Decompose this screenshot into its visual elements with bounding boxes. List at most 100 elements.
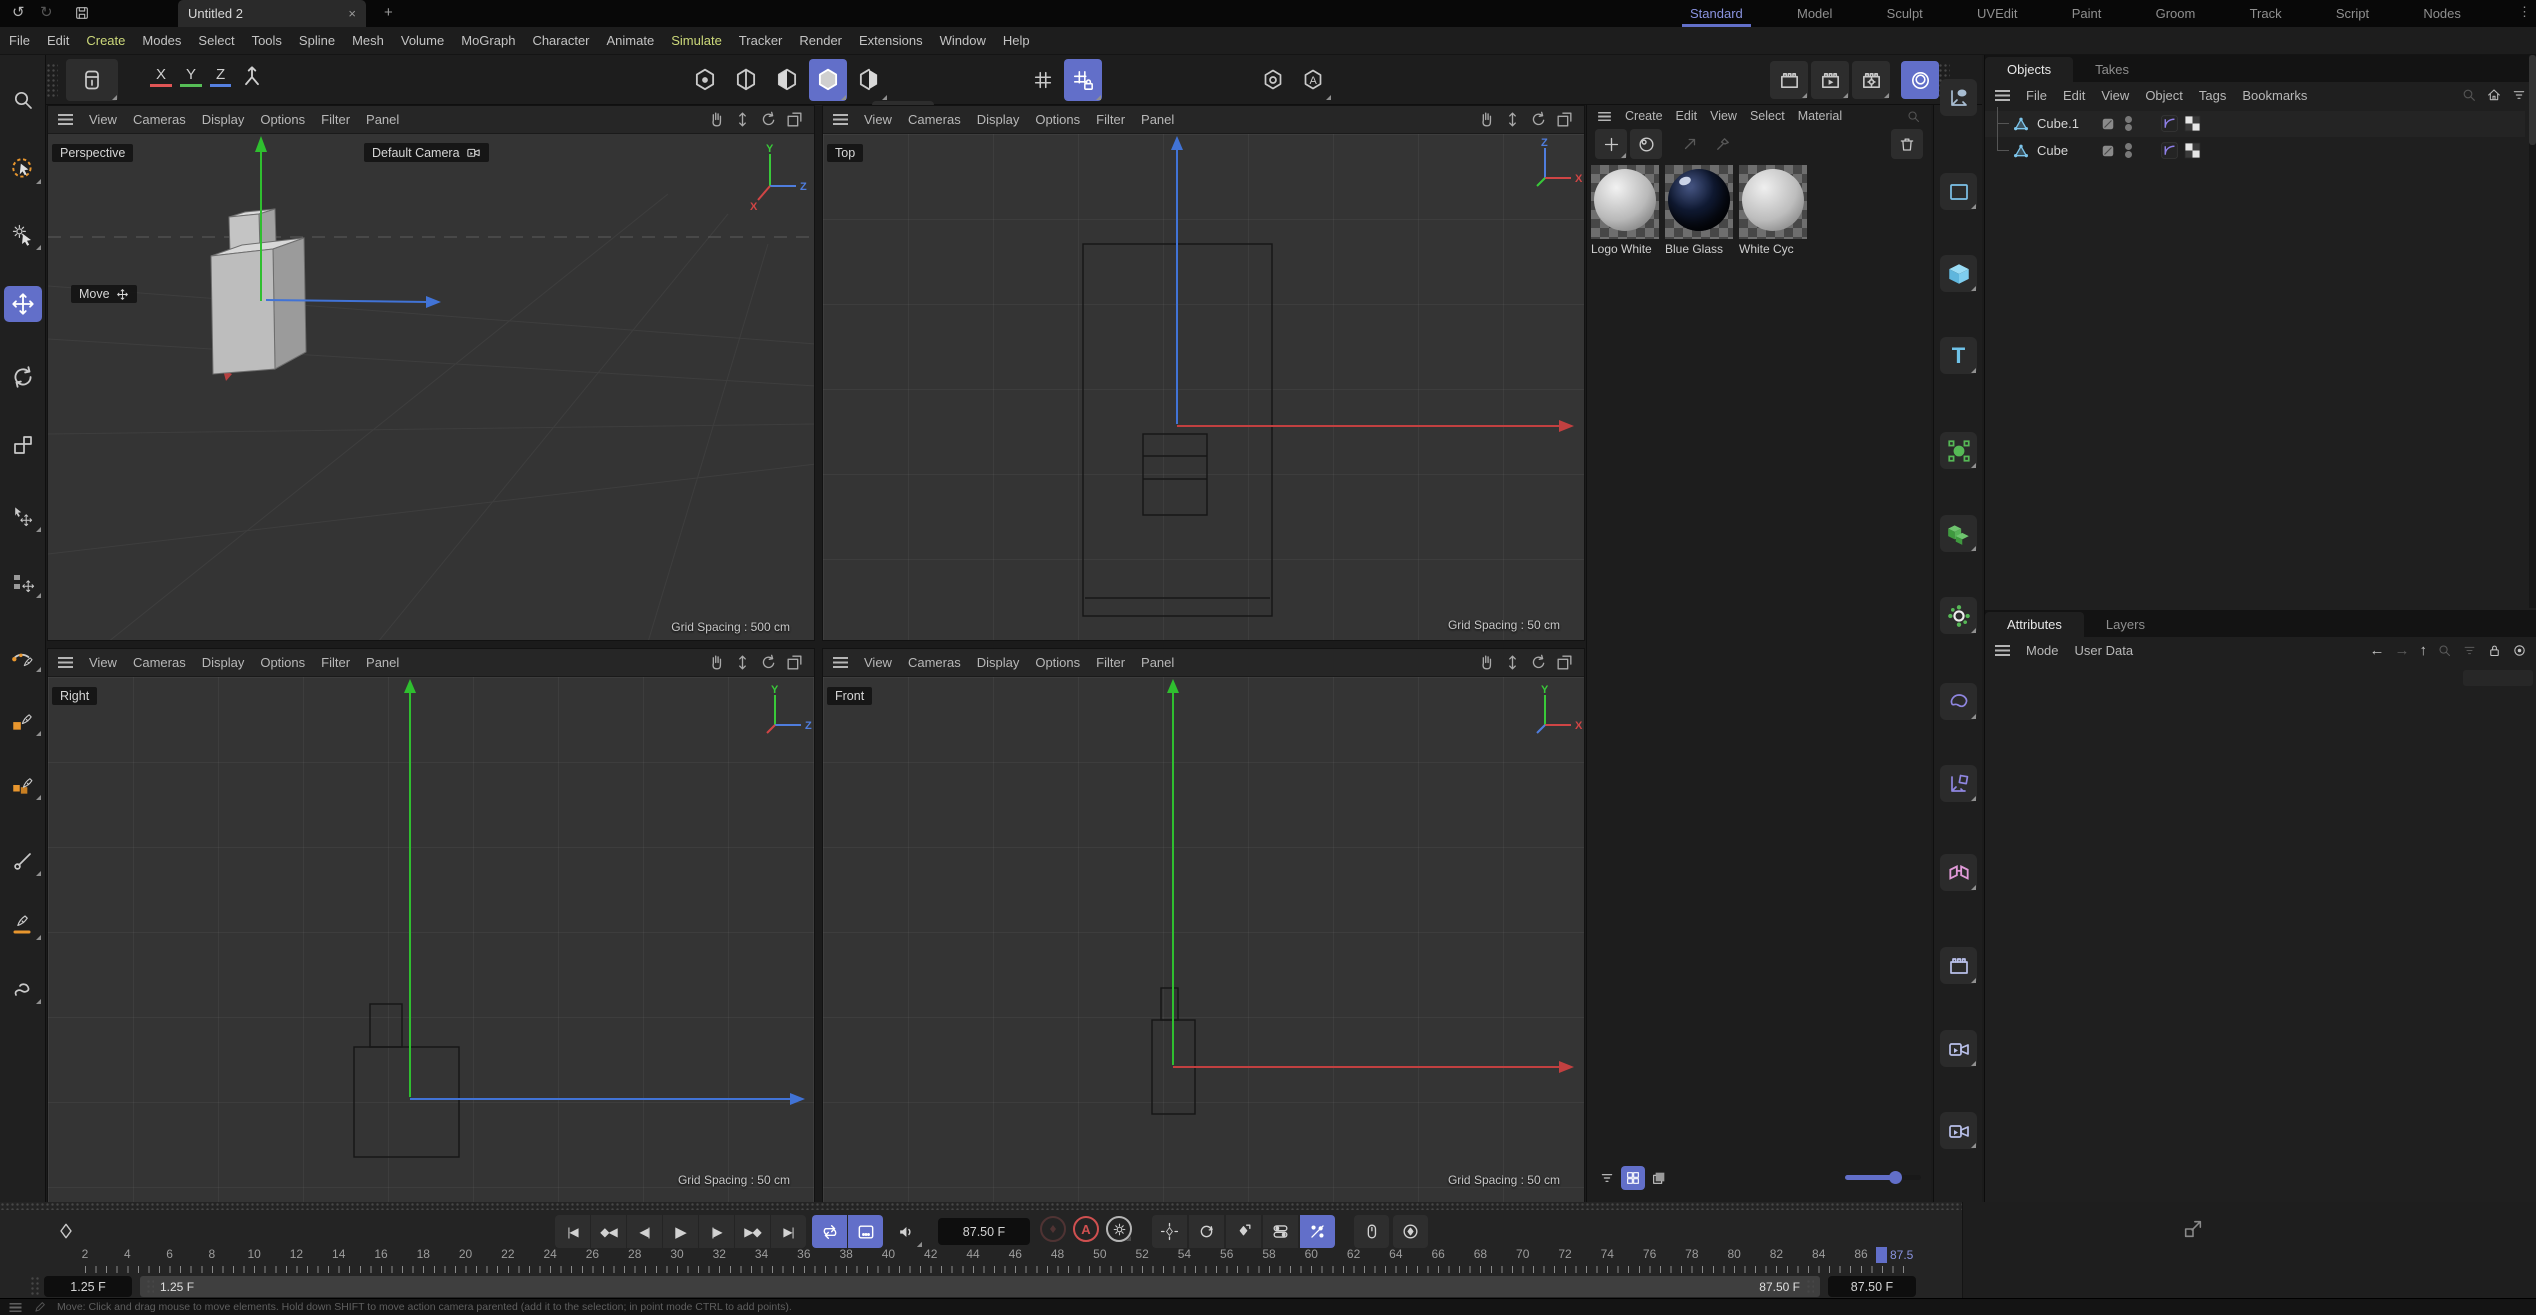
material-menu-icon[interactable] [1598,111,1611,120]
attributes-menu-userdata[interactable]: User Data [2075,643,2134,658]
material-item[interactable]: Logo White [1591,165,1659,256]
viewport-top[interactable]: View Cameras Display Options Filter Pane… [822,105,1585,641]
layout-tab-uvedit[interactable]: UVEdit [1975,2,2019,25]
coordinate-system-icon[interactable] [239,63,265,89]
mode-axis-icon[interactable] [850,59,888,101]
tab-attributes[interactable]: Attributes [1985,612,2084,637]
material-layer-view-icon[interactable] [1647,1166,1671,1190]
rotate-view-icon[interactable] [759,653,778,672]
menu-select[interactable]: Select [198,33,234,48]
maximize-view-icon[interactable] [1555,110,1574,129]
attributes-search-icon[interactable] [2437,643,2452,658]
attributes-lock-icon[interactable] [2487,643,2502,658]
axis-lock-z[interactable]: Z [210,65,231,87]
menu-tools[interactable]: Tools [252,33,282,48]
pan-view-icon[interactable] [1477,110,1496,129]
hexagon-target-icon[interactable] [1254,59,1292,101]
previous-key-button[interactable]: ◆◀ [591,1215,626,1248]
menu-edit[interactable]: Edit [47,33,69,48]
deformer-icon[interactable] [1940,597,1977,634]
material-assign-icon[interactable] [1675,129,1705,159]
layout-overflow-icon[interactable]: ⋮ [2518,4,2531,20]
tab-takes[interactable]: Takes [2073,57,2151,82]
active-camera-label[interactable]: Default Camera [364,143,489,162]
null-object-icon[interactable] [1940,79,1977,116]
record-scale-icon[interactable] [1189,1215,1224,1248]
generator-icon[interactable] [1940,432,1977,469]
viewport-menu-view[interactable]: View [89,655,117,670]
autokey-icon[interactable]: A [1073,1216,1099,1242]
interactive-render-region-icon[interactable] [1901,61,1939,99]
material-thumbnail[interactable] [1739,165,1807,239]
spline-primitive-icon[interactable] [1940,173,1977,210]
objects-scrollbar[interactable] [2529,55,2536,608]
object-row-cube[interactable]: Cube [1985,138,2525,164]
loop-playback-icon[interactable] [812,1215,847,1248]
rotate-view-icon[interactable] [1529,110,1548,129]
range-end-field[interactable]: 87.50 F [1828,1276,1916,1297]
viewport-menu-icon[interactable] [58,114,73,125]
volume-builder-icon[interactable] [1940,515,1977,552]
material-ball-button[interactable] [1630,129,1662,159]
layout-tab-paint[interactable]: Paint [2070,2,2104,25]
keyframe-selection-icon[interactable] [1393,1215,1428,1248]
parent-up-icon[interactable]: ↑ [2420,642,2428,659]
menu-spline[interactable]: Spline [299,33,335,48]
material-menu-material[interactable]: Material [1798,109,1842,123]
next-frame-button[interactable]: |▶ [699,1215,734,1248]
timeline-ruler[interactable]: 2468101214161820222426283032343638404244… [0,1247,1962,1265]
menu-tracker[interactable]: Tracker [739,33,783,48]
history-back-icon[interactable]: ← [2370,642,2385,659]
material-thumbnail[interactable] [1591,165,1659,239]
maximize-view-icon[interactable] [785,653,804,672]
visibility-dots[interactable] [2125,115,2132,132]
mouse-record-icon[interactable] [1354,1215,1389,1248]
objects-menu-icon[interactable] [1995,90,2010,101]
modeling-pen-icon[interactable] [4,769,42,801]
viewport-menu-cameras[interactable]: Cameras [133,655,186,670]
viewport-menu-cameras[interactable]: Cameras [908,655,961,670]
layout-tab-script[interactable]: Script [2334,2,2371,25]
range-start-field[interactable]: 1.25 F [44,1276,132,1297]
menu-volume[interactable]: Volume [401,33,444,48]
tab-objects[interactable]: Objects [1985,57,2073,82]
material-menu-select[interactable]: Select [1750,109,1785,123]
viewport-menu-cameras[interactable]: Cameras [133,112,186,127]
maximize-view-icon[interactable] [1555,653,1574,672]
mode-edges-icon[interactable] [727,59,765,101]
menu-help[interactable]: Help [1003,33,1030,48]
render-picture-viewer-icon[interactable] [1811,61,1849,99]
viewport-menu-icon[interactable] [58,657,73,668]
spline-smooth-icon[interactable] [4,973,42,1005]
play-button[interactable]: ▶ [663,1215,698,1248]
zoom-view-icon[interactable] [733,110,752,129]
viewport-menu-panel[interactable]: Panel [366,112,399,127]
thumbnail-size-slider[interactable] [1845,1175,1921,1180]
history-forward-icon[interactable]: → [2395,642,2410,659]
rotate-view-icon[interactable] [759,110,778,129]
objects-home-icon[interactable] [2486,87,2502,103]
objects-menu-bookmarks[interactable]: Bookmarks [2242,88,2307,103]
material-menu-create[interactable]: Create [1625,109,1663,123]
undo-icon[interactable]: ↺ [12,3,25,21]
sketch-tool-icon[interactable] [4,705,42,737]
open-timeline-window-icon[interactable] [2182,1218,2204,1240]
grid-icon[interactable] [1024,59,1062,101]
timeline-grip[interactable] [0,1202,1962,1210]
viewport-perspective[interactable]: View Cameras Display Options Filter Pane… [47,105,815,641]
viewport-menu-panel[interactable]: Panel [1141,112,1174,127]
delete-material-icon[interactable] [1891,129,1923,159]
zoom-view-icon[interactable] [1503,110,1522,129]
viewport-right-canvas[interactable]: Right Y Z Grid Spacing : 50 cm [48,677,814,1209]
material-item[interactable]: White Cyc [1739,165,1807,256]
attribute-quick-field[interactable] [2463,670,2533,686]
mode-polygons-icon[interactable] [768,59,806,101]
multi-transform-icon[interactable] [4,567,42,599]
maximize-view-icon[interactable] [785,110,804,129]
material-search-icon[interactable] [1906,109,1921,124]
playhead[interactable] [1876,1247,1887,1263]
layout-tab-sculpt[interactable]: Sculpt [1885,2,1925,25]
objects-menu-tags[interactable]: Tags [2199,88,2226,103]
record-parameter-icon[interactable] [1263,1215,1298,1248]
pan-view-icon[interactable] [707,653,726,672]
